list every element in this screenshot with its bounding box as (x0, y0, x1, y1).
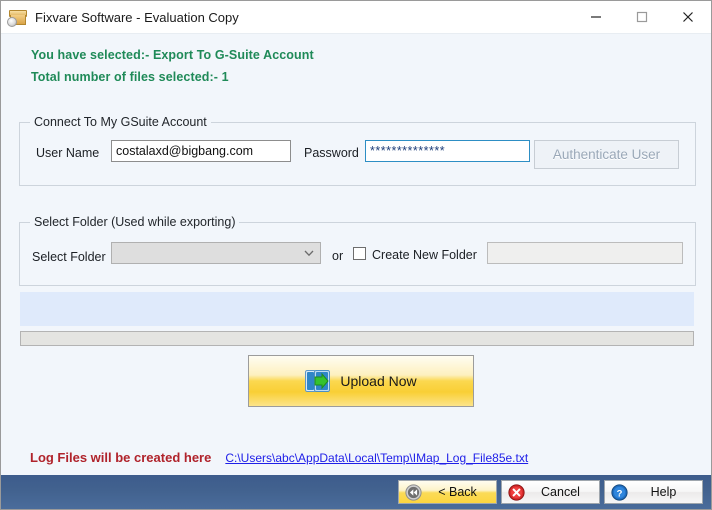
status-line-selection: You have selected:- Export To G-Suite Ac… (31, 48, 314, 62)
cancel-button-label: Cancel (541, 485, 580, 499)
svg-text:?: ? (617, 488, 623, 499)
log-file-lead-text: Log Files will be created here (30, 450, 212, 465)
upload-progress-bar (20, 331, 694, 346)
username-input[interactable] (111, 140, 291, 162)
password-input[interactable] (365, 140, 530, 162)
create-new-folder-checkbox[interactable] (353, 247, 366, 260)
folder-select-dropdown[interactable] (111, 242, 321, 264)
or-separator-label: or (332, 249, 344, 263)
new-folder-name-input[interactable] (487, 242, 683, 264)
application-window: Fixvare Software - Evaluation Copy You h… (0, 0, 712, 510)
selection-status: You have selected:- Export To G-Suite Ac… (1, 34, 711, 88)
log-file-notice: Log Files will be created here C:\Users\… (30, 450, 528, 465)
upload-now-label: Upload Now (340, 373, 417, 389)
password-label: Password (304, 146, 359, 160)
archive-box-icon (7, 7, 27, 27)
window-controls (573, 1, 711, 33)
gsuite-account-group: Connect To My GSuite Account User Name P… (19, 115, 696, 186)
upload-now-button[interactable]: Upload Now (248, 355, 474, 407)
back-button-label: < Back (438, 485, 477, 499)
username-label: User Name (36, 146, 100, 160)
help-button[interactable]: ? Help (604, 480, 703, 504)
authenticate-user-button[interactable]: Authenticate User (534, 140, 679, 169)
cancel-button[interactable]: Cancel (501, 480, 600, 504)
select-folder-group: Select Folder (Used while exporting) Sel… (19, 215, 696, 286)
title-bar: Fixvare Software - Evaluation Copy (1, 1, 711, 34)
log-file-path-link[interactable]: C:\Users\abc\AppData\Local\Temp\IMap_Log… (225, 451, 528, 465)
minimize-icon[interactable] (573, 1, 619, 33)
select-folder-legend: Select Folder (Used while exporting) (30, 215, 240, 229)
status-line-file-count: Total number of files selected:- 1 (31, 70, 229, 84)
window-title: Fixvare Software - Evaluation Copy (35, 9, 239, 25)
rewind-icon (405, 483, 422, 501)
close-icon[interactable] (665, 1, 711, 33)
create-new-folder-label: Create New Folder (372, 248, 477, 262)
cancel-x-icon (508, 483, 525, 501)
gsuite-account-legend: Connect To My GSuite Account (30, 115, 211, 129)
maximize-icon[interactable] (619, 1, 665, 33)
help-question-icon: ? (611, 483, 628, 501)
select-folder-label: Select Folder (32, 250, 106, 264)
help-button-label: Help (650, 485, 677, 499)
log-output-panel (20, 292, 694, 326)
back-button[interactable]: < Back (398, 480, 497, 504)
chevron-down-icon (298, 250, 320, 257)
footer-bar: < Back Cancel ? Help (1, 475, 711, 509)
export-arrow-icon (305, 369, 331, 393)
